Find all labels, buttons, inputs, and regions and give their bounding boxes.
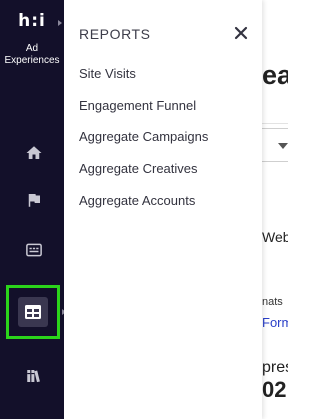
nav-reports[interactable] xyxy=(18,297,48,327)
menu-item-aggregate-accounts[interactable]: Aggregate Accounts xyxy=(79,190,208,222)
page-divider xyxy=(262,123,288,124)
table-report-icon xyxy=(25,305,41,319)
panel-title: REPORTS xyxy=(79,26,151,42)
impressions-value: 02 xyxy=(262,377,287,402)
logo-mark: h:i xyxy=(18,11,46,31)
web-label: Web xyxy=(262,229,288,245)
nav-home[interactable] xyxy=(20,139,48,167)
reports-panel: REPORTS Site Visits Engagement Funnel Ag… xyxy=(64,0,262,419)
close-icon xyxy=(234,26,248,40)
flag-icon xyxy=(28,194,40,207)
home-icon xyxy=(26,146,42,159)
nav-reports-active-highlight[interactable] xyxy=(6,285,60,339)
background-page: ea Web nats Form pres 02 ⌄ xyxy=(262,0,288,419)
menu-item-aggregate-creatives[interactable]: Aggregate Creatives xyxy=(79,158,208,190)
library-icon xyxy=(27,370,40,383)
left-nav-rail: h:i Ad Experiences xyxy=(0,0,66,419)
menu-item-site-visits[interactable]: Site Visits xyxy=(79,63,208,95)
page-title: ea xyxy=(262,60,288,90)
impressions-label: pres xyxy=(262,359,288,376)
close-button[interactable] xyxy=(232,24,250,42)
nav-ad-units[interactable] xyxy=(20,236,48,264)
chevron-down-icon[interactable] xyxy=(278,143,288,149)
trend-indicator-icon: ⌄ xyxy=(286,383,288,394)
reports-menu: Site Visits Engagement Funnel Aggregate … xyxy=(79,63,208,221)
brand-name: Ad Experiences xyxy=(4,43,60,66)
nav-campaigns[interactable] xyxy=(20,186,48,214)
logo-caret-icon[interactable] xyxy=(58,20,62,26)
ad-unit-icon xyxy=(26,243,42,257)
brand-logo[interactable]: h:i Ad Experiences xyxy=(0,10,64,67)
menu-item-engagement-funnel[interactable]: Engagement Funnel xyxy=(79,95,208,127)
format-link[interactable]: Form xyxy=(262,315,288,330)
formats-label: nats xyxy=(262,296,283,308)
menu-item-aggregate-campaigns[interactable]: Aggregate Campaigns xyxy=(79,126,208,158)
nav-library[interactable] xyxy=(20,362,48,390)
